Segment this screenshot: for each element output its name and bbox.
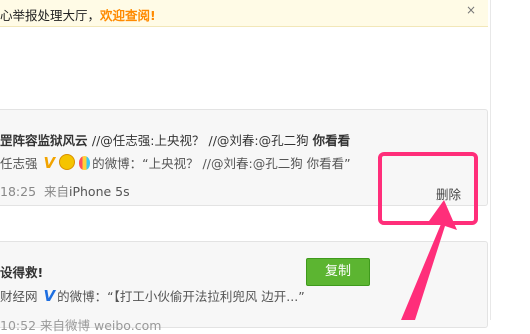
pointer-arrow-icon — [401, 200, 457, 320]
